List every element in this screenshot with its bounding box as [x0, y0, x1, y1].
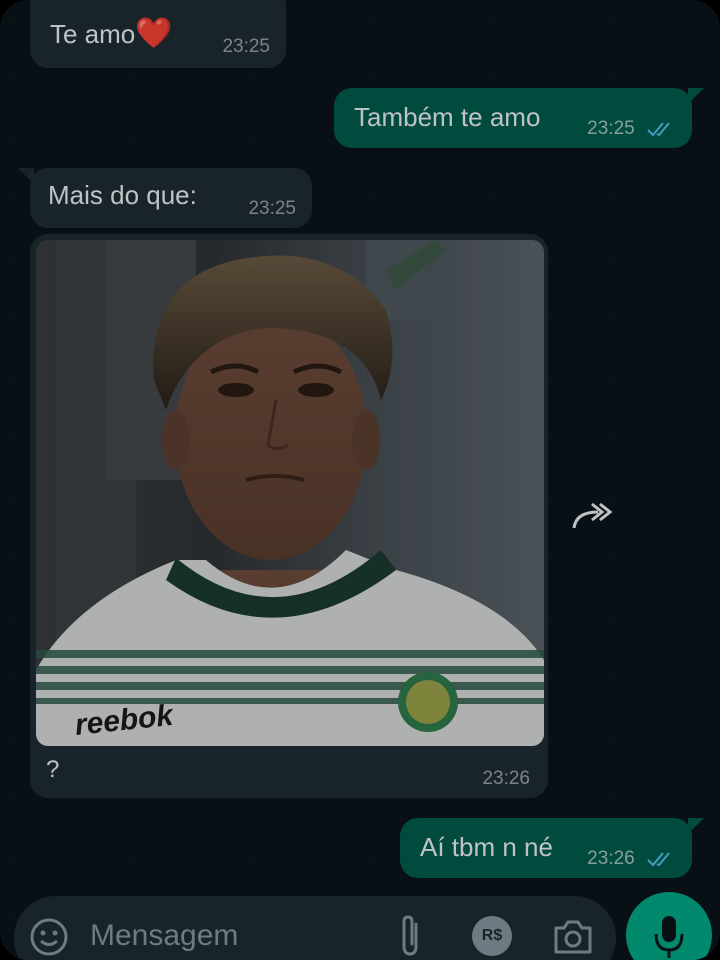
- message-time: 23:26: [482, 768, 530, 789]
- message-text: Aí tbm n né: [420, 832, 553, 862]
- heart-emoji: ❤️: [135, 17, 173, 50]
- message-time: 23:25: [222, 36, 270, 57]
- chat-screen: Te amo❤️ 23:25 Também te amo 23:25 Mais …: [0, 0, 720, 960]
- payment-icon[interactable]: R$: [472, 916, 512, 956]
- image-caption: ?: [46, 756, 60, 783]
- portrait-image: reebok: [36, 240, 544, 746]
- chat-image[interactable]: reebok: [36, 240, 544, 746]
- message-bubble-incoming[interactable]: Mais do que: 23:25: [18, 168, 312, 228]
- message-text: Mais do que:: [48, 180, 197, 210]
- bubble-tail: [688, 818, 704, 834]
- message-meta: 23:25: [587, 118, 676, 140]
- payment-label: R$: [481, 927, 503, 944]
- message-text: Te amo❤️: [50, 17, 173, 50]
- message-time: 23:25: [587, 118, 635, 139]
- forward-icon[interactable]: [566, 494, 616, 538]
- message-bubble-outgoing[interactable]: Também te amo 23:25: [334, 88, 704, 148]
- message-meta: 23:26: [587, 848, 676, 870]
- bubble-tail: [688, 88, 704, 104]
- message-input[interactable]: Mensagem: [90, 919, 238, 953]
- emoji-icon[interactable]: [28, 916, 70, 958]
- bubble-tail: [18, 168, 34, 184]
- mic-icon: [654, 916, 684, 958]
- attach-icon[interactable]: [394, 914, 426, 960]
- double-check-icon: [647, 852, 670, 867]
- message-bubble-incoming[interactable]: Te amo❤️ 23:25: [30, 0, 286, 68]
- message-time: 23:25: [248, 198, 296, 219]
- message-text: Também te amo: [354, 102, 541, 132]
- voice-record-button[interactable]: [626, 892, 712, 960]
- message-time: 23:26: [587, 848, 635, 869]
- double-check-icon: [647, 122, 670, 137]
- camera-icon[interactable]: [552, 916, 594, 956]
- message-bubble-outgoing[interactable]: Aí tbm n né 23:26: [400, 818, 704, 878]
